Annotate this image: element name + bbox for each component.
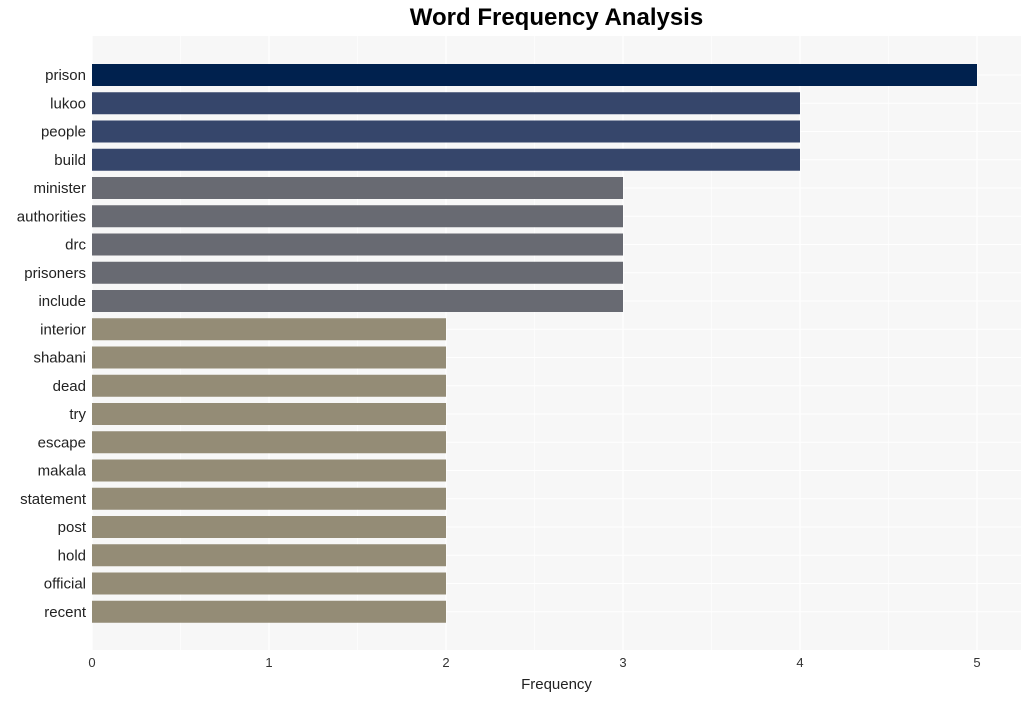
x-tick-label: 2 bbox=[442, 655, 449, 670]
bar-shabani bbox=[92, 346, 446, 369]
category-label: prisoners bbox=[24, 265, 86, 282]
bar-post bbox=[92, 516, 446, 538]
category-label: try bbox=[69, 406, 86, 423]
bar-include bbox=[92, 290, 623, 312]
category-label: authorities bbox=[17, 208, 86, 225]
bar-drc bbox=[92, 233, 623, 256]
category-label: official bbox=[44, 576, 86, 593]
category-labels: prison lukoo people build minister authoritie… bbox=[17, 67, 87, 621]
bar-recent bbox=[92, 600, 446, 623]
category-label: makala bbox=[38, 463, 87, 480]
x-tick-labels: 0 1 2 3 4 5 bbox=[88, 655, 980, 670]
bar-official bbox=[92, 572, 446, 595]
category-label: prison bbox=[45, 67, 86, 84]
bar-minister bbox=[92, 177, 623, 199]
bar-dead bbox=[92, 374, 446, 397]
category-label: dead bbox=[53, 378, 86, 395]
category-label: people bbox=[41, 124, 86, 141]
category-label: recent bbox=[44, 604, 87, 621]
category-label: minister bbox=[33, 180, 86, 197]
bar-lukoo bbox=[92, 92, 800, 115]
bar-build bbox=[92, 148, 800, 171]
x-axis-title: Frequency bbox=[521, 676, 592, 693]
bar-statement bbox=[92, 487, 446, 510]
category-label: statement bbox=[20, 491, 87, 508]
bar-chart: prison lukoo people build minister authoritie… bbox=[17, 36, 1021, 693]
category-label: lukoo bbox=[50, 95, 86, 112]
x-tick-label: 4 bbox=[796, 655, 803, 670]
category-label: shabani bbox=[33, 350, 86, 367]
category-label: include bbox=[38, 293, 86, 310]
bar-escape bbox=[92, 431, 446, 454]
bar-prison bbox=[92, 64, 977, 86]
bar-people bbox=[92, 120, 800, 143]
category-label: interior bbox=[40, 321, 86, 338]
category-label: build bbox=[54, 152, 86, 169]
bar-hold bbox=[92, 544, 446, 567]
bar-authorities bbox=[92, 205, 623, 228]
category-label: hold bbox=[58, 547, 86, 564]
category-label: escape bbox=[38, 434, 86, 451]
x-tick-label: 3 bbox=[619, 655, 626, 670]
bar-interior bbox=[92, 318, 446, 341]
x-tick-label: 5 bbox=[973, 655, 980, 670]
category-label: drc bbox=[65, 237, 86, 254]
bar-try bbox=[92, 403, 446, 425]
x-tick-label: 1 bbox=[265, 655, 272, 670]
category-label: post bbox=[58, 519, 87, 536]
x-tick-label: 0 bbox=[88, 655, 95, 670]
bar-prisoners bbox=[92, 261, 623, 284]
bar-makala bbox=[92, 459, 446, 482]
